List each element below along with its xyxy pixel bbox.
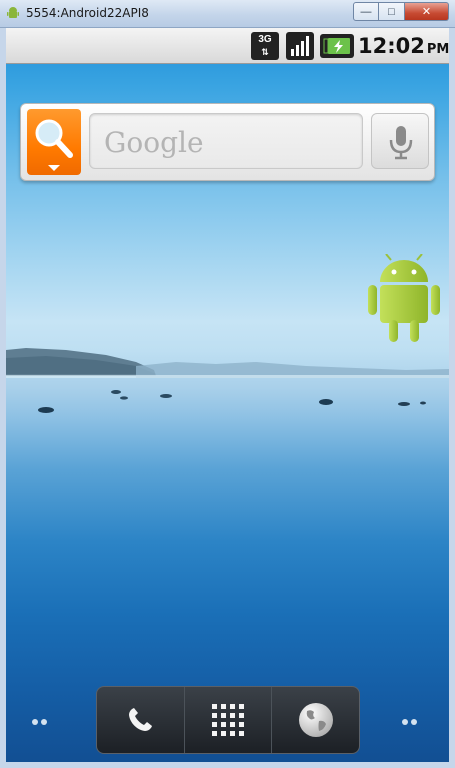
phone-handset-icon bbox=[129, 708, 153, 731]
page-indicator-left[interactable] bbox=[32, 712, 50, 730]
android-app-icon bbox=[7, 7, 19, 18]
search-engine-button[interactable] bbox=[27, 109, 81, 175]
signal-strength-icon bbox=[286, 32, 314, 60]
clock-ampm: PM bbox=[426, 42, 449, 57]
google-search-widget: Google bbox=[20, 103, 435, 181]
close-button[interactable]: ✕ bbox=[405, 2, 449, 21]
phone-button[interactable] bbox=[97, 687, 185, 753]
home-dock bbox=[96, 686, 360, 754]
battery-charging-icon bbox=[320, 34, 354, 58]
clock-time: 12:02 bbox=[358, 34, 425, 58]
search-placeholder: Google bbox=[104, 126, 204, 159]
globe-icon bbox=[298, 703, 333, 737]
chevron-down-icon bbox=[48, 165, 60, 171]
magnifier-icon bbox=[35, 119, 73, 158]
search-input[interactable]: Google bbox=[89, 113, 363, 169]
status-bar: 3G ⇅ 12:02 PM bbox=[6, 28, 449, 64]
window-border-right bbox=[449, 28, 455, 768]
window-titlebar: 5554:Android22API8 — □ ✕ bbox=[0, 0, 455, 28]
microphone-icon bbox=[389, 126, 413, 160]
android-robot-icon[interactable] bbox=[366, 254, 442, 344]
app-drawer-button[interactable] bbox=[185, 687, 273, 753]
android-home-screen: 3G ⇅ 12:02 PM Google bbox=[6, 28, 449, 762]
window-controls: — □ ✕ bbox=[353, 2, 449, 21]
app-grid-icon bbox=[212, 704, 244, 736]
window-border-bottom bbox=[0, 762, 455, 768]
3g-data-icon: 3G ⇅ bbox=[251, 32, 279, 60]
status-clock: 12:02 PM bbox=[358, 34, 449, 58]
minimize-button[interactable]: — bbox=[353, 2, 379, 21]
page-indicator-right[interactable] bbox=[402, 712, 420, 730]
window-title: 5554:Android22API8 bbox=[26, 6, 149, 20]
browser-button[interactable] bbox=[272, 687, 359, 753]
maximize-button[interactable]: □ bbox=[379, 2, 405, 21]
voice-search-button[interactable] bbox=[371, 113, 429, 169]
